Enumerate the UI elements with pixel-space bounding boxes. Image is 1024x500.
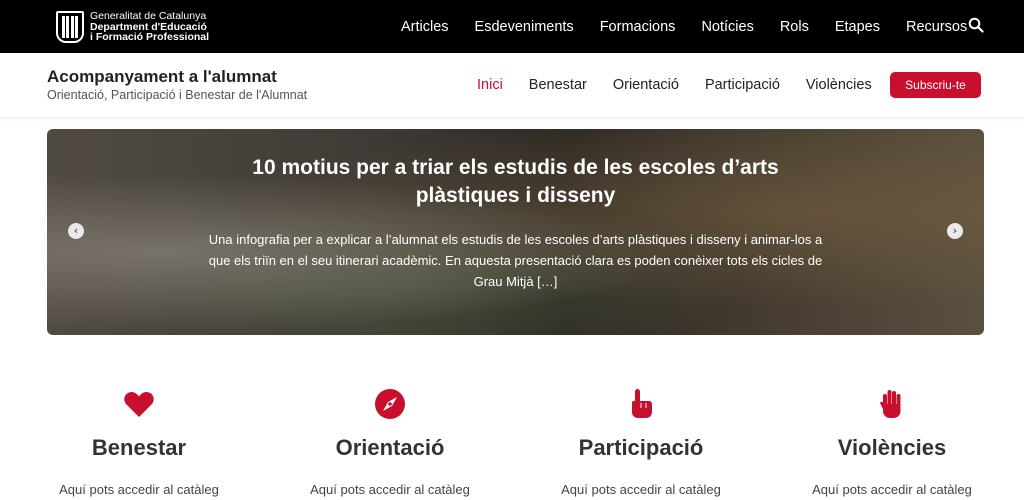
global-nav-formacions[interactable]: Formacions <box>600 19 676 35</box>
category-title[interactable]: Orientació <box>290 435 490 461</box>
logo-line-3: i Formació Professional <box>90 31 210 44</box>
pointing-hand-icon <box>632 389 652 418</box>
site-subtitle: Orientació, Participació i Benestar de l… <box>47 88 308 102</box>
main-nav-violencies[interactable]: Violències <box>806 77 872 93</box>
global-topbar: Generalitat de Catalunya Department d'Ed… <box>0 0 1024 53</box>
global-nav-recursos[interactable]: Recursos <box>906 19 967 35</box>
logo-text: Generalitat de Catalunya Department d'Ed… <box>90 11 209 43</box>
global-nav-etapes[interactable]: Etapes <box>835 19 880 35</box>
chevron-right-icon: › <box>952 224 958 237</box>
hero-slider[interactable]: 10 motius per a triar els estudis de les… <box>47 129 984 335</box>
category-text: Aquí pots accedir al catàleg <box>561 482 721 497</box>
slider-next-button[interactable]: › <box>947 223 963 239</box>
compass-icon <box>375 389 405 419</box>
heart-icon <box>124 391 154 417</box>
subscribe-button[interactable]: Subscriu-te <box>890 72 981 98</box>
category-title[interactable]: Participació <box>541 435 741 461</box>
search-icon[interactable] <box>968 17 984 33</box>
hero-excerpt: Una infografia per a explicar a l’alumna… <box>208 232 823 289</box>
slider-prev-button[interactable]: ‹ <box>68 223 84 239</box>
main-nav-participacio[interactable]: Participació <box>705 77 780 93</box>
site-title[interactable]: Acompanyament a l'alumnat <box>47 67 277 87</box>
category-title[interactable]: Benestar <box>39 435 239 461</box>
stop-hand-icon <box>880 390 901 418</box>
site-header: Acompanyament a l'alumnat Orientació, Pa… <box>0 53 1024 117</box>
category-card-participacio[interactable]: Participació Aquí pots accedir al catàle… <box>541 388 741 497</box>
hero-title[interactable]: 10 motius per a triar els estudis de les… <box>207 154 824 210</box>
category-title[interactable]: Violències <box>792 435 992 461</box>
global-nav-esdeveniments[interactable]: Esdeveniments <box>475 19 574 35</box>
category-card-benestar[interactable]: Benestar Aquí pots accedir al catàleg <box>39 388 239 497</box>
generalitat-logo[interactable]: Generalitat de Catalunya Department d'Ed… <box>56 10 209 44</box>
chevron-left-icon: ‹ <box>73 224 79 237</box>
category-text: Aquí pots accedir al catàleg <box>310 482 470 497</box>
category-card-violencies[interactable]: Violències Aquí pots accedir al catàleg <box>792 388 992 497</box>
category-text: Aquí pots accedir al catàleg <box>812 482 972 497</box>
category-text: Aquí pots accedir al catàleg <box>59 482 219 497</box>
global-nav-noticies[interactable]: Notícies <box>701 19 753 35</box>
main-nav-inici[interactable]: Inici <box>477 77 503 93</box>
global-nav-articles[interactable]: Articles <box>401 19 449 35</box>
category-card-orientacio[interactable]: Orientació Aquí pots accedir al catàleg <box>290 388 490 497</box>
main-nav-benestar[interactable]: Benestar <box>529 77 587 93</box>
main-nav-orientacio[interactable]: Orientació <box>613 77 679 93</box>
global-nav-rols[interactable]: Rols <box>780 19 809 35</box>
main-nav: Inici Benestar Orientació Participació V… <box>477 53 898 117</box>
generalitat-emblem-icon <box>56 11 84 43</box>
global-nav: Articles Esdeveniments Formacions Notíci… <box>401 0 993 53</box>
